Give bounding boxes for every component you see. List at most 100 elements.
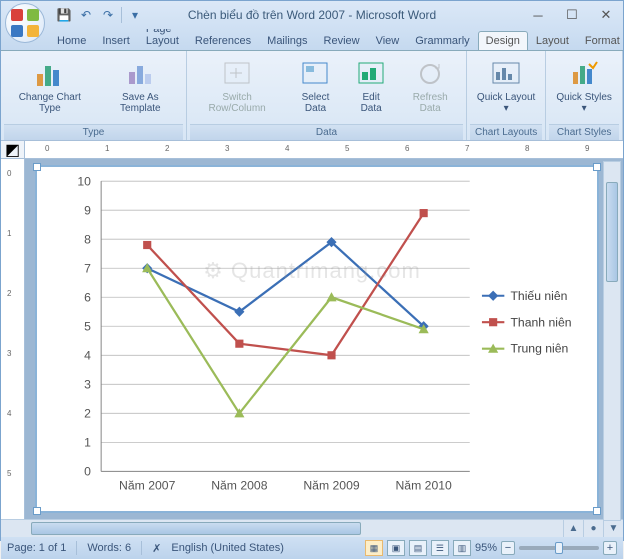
quick-styles-label: Quick Styles ▾: [554, 92, 614, 114]
hscroll-thumb[interactable]: [31, 522, 361, 535]
svg-text:0: 0: [84, 464, 91, 478]
save-icon[interactable]: 💾: [55, 6, 73, 24]
tab-mailings[interactable]: Mailings: [259, 31, 315, 50]
draft-view-button[interactable]: ▥: [453, 540, 471, 556]
ribbon: Change Chart Type Save As Template Type …: [1, 51, 623, 141]
quick-styles-icon: [568, 58, 600, 90]
quick-layout-icon: [490, 58, 522, 90]
switch-label: Switch Row/Column: [195, 92, 279, 114]
switch-row-column-button: Switch Row/Column: [190, 54, 284, 124]
next-page-button[interactable]: ▼: [603, 520, 623, 537]
quick-layout-label: Quick Layout ▾: [475, 92, 537, 114]
group-chart-layouts: Quick Layout ▾ Chart Layouts: [467, 51, 546, 140]
close-button[interactable]: ✕: [593, 5, 619, 25]
quick-access-toolbar: 💾 ↶ ↷ ▾: [55, 6, 144, 24]
svg-text:Năm 2010: Năm 2010: [395, 479, 452, 493]
svg-text:3: 3: [84, 377, 91, 391]
title-bar: 💾 ↶ ↷ ▾ Chèn biểu đồ trên Word 2007 - Mi…: [1, 1, 623, 29]
vscroll-thumb[interactable]: [606, 182, 618, 282]
maximize-button[interactable]: ☐: [559, 5, 585, 25]
document-page[interactable]: 012345678910Năm 2007Năm 2008Năm 2009Năm …: [25, 159, 623, 519]
zoom-out-button[interactable]: −: [501, 541, 515, 555]
resize-handle[interactable]: [593, 507, 601, 515]
resize-handle[interactable]: [593, 163, 601, 171]
svg-text:8: 8: [84, 232, 91, 246]
web-layout-view-button[interactable]: ▤: [409, 540, 427, 556]
status-page[interactable]: Page: 1 of 1: [7, 542, 66, 554]
minimize-button[interactable]: ─: [525, 5, 551, 25]
resize-handle[interactable]: [33, 163, 41, 171]
office-logo-icon: [11, 9, 39, 37]
quick-styles-button[interactable]: Quick Styles ▾: [549, 54, 619, 124]
zoom-thumb[interactable]: [555, 542, 563, 554]
vertical-scrollbar[interactable]: [603, 161, 621, 521]
refresh-label: Refresh Data: [402, 92, 457, 114]
tab-grammarly[interactable]: Grammarly: [407, 31, 477, 50]
svg-text:10: 10: [77, 174, 91, 188]
outline-view-button[interactable]: ☰: [431, 540, 449, 556]
tab-review[interactable]: Review: [316, 31, 368, 50]
prev-page-button[interactable]: ▲: [563, 520, 583, 537]
status-language[interactable]: English (United States): [171, 542, 284, 554]
save-template-label: Save As Template: [103, 92, 178, 114]
svg-text:6: 6: [84, 290, 91, 304]
proofing-icon[interactable]: ✗: [152, 542, 161, 555]
refresh-data-button: Refresh Data: [397, 54, 462, 124]
tab-view[interactable]: View: [368, 31, 408, 50]
svg-text:Thanh niên: Thanh niên: [510, 315, 571, 329]
tab-design[interactable]: Design: [478, 31, 528, 50]
qat-separator: [121, 7, 122, 23]
svg-text:Năm 2007: Năm 2007: [119, 479, 176, 493]
edit-data-icon: [355, 58, 387, 90]
tab-format[interactable]: Format: [577, 31, 624, 50]
svg-text:4: 4: [84, 348, 91, 362]
ruler-corner-icon[interactable]: ◩: [1, 141, 25, 158]
document-area: 012345 012345678910Năm 2007Năm 2008Năm 2…: [1, 159, 623, 519]
svg-text:Thiếu niên: Thiếu niên: [510, 289, 567, 303]
group-layouts-label: Chart Layouts: [470, 124, 542, 140]
svg-text:Năm 2008: Năm 2008: [211, 479, 268, 493]
select-data-button[interactable]: Select Data: [286, 54, 345, 124]
svg-text:2: 2: [84, 406, 91, 420]
browse-object-button[interactable]: ●: [583, 520, 603, 537]
horizontal-ruler[interactable]: ◩ 0123456789: [1, 141, 623, 159]
svg-text:7: 7: [84, 261, 91, 275]
resize-handle[interactable]: [33, 507, 41, 515]
undo-icon[interactable]: ↶: [77, 6, 95, 24]
svg-text:1: 1: [84, 435, 91, 449]
save-template-icon: [124, 58, 156, 90]
edit-data-button[interactable]: Edit Data: [347, 54, 396, 124]
edit-data-label: Edit Data: [352, 92, 391, 114]
switch-icon: [221, 58, 253, 90]
chart-type-icon: [34, 58, 66, 90]
zoom-in-button[interactable]: +: [603, 541, 617, 555]
tab-references[interactable]: References: [187, 31, 259, 50]
qat-customize-icon[interactable]: ▾: [126, 6, 144, 24]
window-title: Chèn biểu đồ trên Word 2007 - Microsoft …: [188, 8, 436, 22]
svg-text:5: 5: [84, 319, 91, 333]
vertical-ruler[interactable]: 012345: [1, 159, 25, 519]
svg-text:Năm 2009: Năm 2009: [303, 479, 360, 493]
horizontal-scrollbar[interactable]: [1, 520, 563, 537]
change-chart-type-label: Change Chart Type: [9, 92, 91, 114]
tab-layout[interactable]: Layout: [528, 31, 577, 50]
quick-layout-button[interactable]: Quick Layout ▾: [470, 54, 542, 124]
line-chart: 012345678910Năm 2007Năm 2008Năm 2009Năm …: [41, 171, 593, 507]
chart-object[interactable]: 012345678910Năm 2007Năm 2008Năm 2009Năm …: [35, 165, 599, 513]
office-button[interactable]: [5, 3, 45, 43]
save-as-template-button[interactable]: Save As Template: [98, 54, 183, 124]
group-type-label: Type: [4, 124, 183, 140]
refresh-icon: [414, 58, 446, 90]
tab-home[interactable]: Home: [49, 31, 94, 50]
change-chart-type-button[interactable]: Change Chart Type: [4, 54, 96, 124]
redo-icon[interactable]: ↷: [99, 6, 117, 24]
select-data-label: Select Data: [291, 92, 340, 114]
status-words[interactable]: Words: 6: [87, 542, 131, 554]
status-bar: Page: 1 of 1 Words: 6 ✗ English (United …: [1, 537, 623, 559]
full-screen-view-button[interactable]: ▣: [387, 540, 405, 556]
print-layout-view-button[interactable]: ▦: [365, 540, 383, 556]
zoom-level[interactable]: 95%: [475, 542, 497, 554]
tab-insert[interactable]: Insert: [94, 31, 138, 50]
select-data-icon: [299, 58, 331, 90]
zoom-slider[interactable]: [519, 546, 599, 550]
